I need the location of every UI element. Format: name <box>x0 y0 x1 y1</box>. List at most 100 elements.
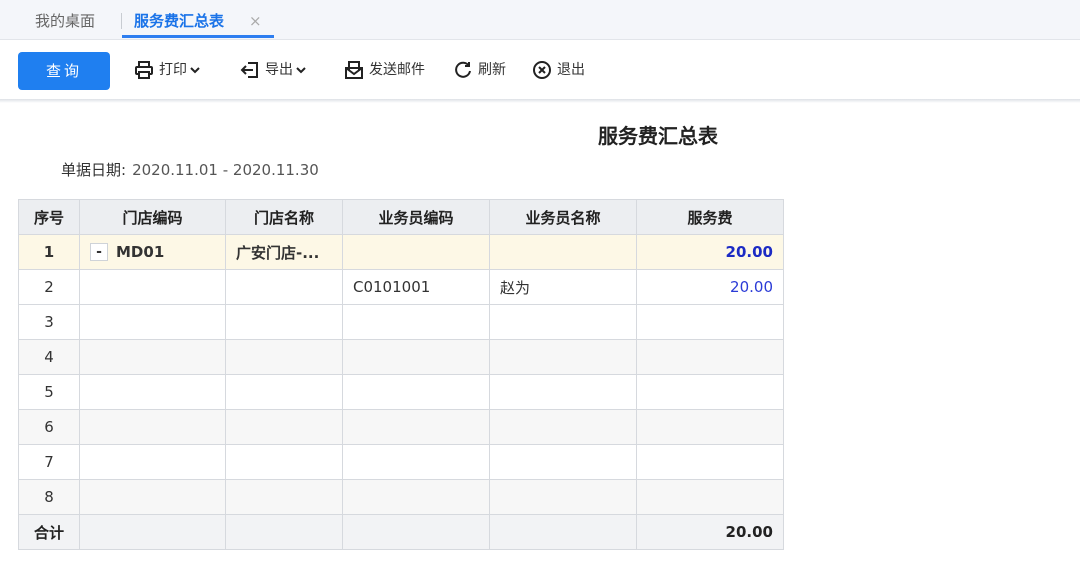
tab-my-desktop[interactable]: 我的桌面 <box>35 0 95 39</box>
tab-bar: 我的桌面 服务费汇总表 × <box>0 0 1080 40</box>
cell-staff-name <box>489 444 637 480</box>
chevron-down-icon <box>296 67 306 74</box>
cell-staff-code <box>342 234 490 270</box>
cell-store-code <box>79 269 226 305</box>
cell-store-name <box>225 269 343 305</box>
header-staff-code[interactable]: 业务员编码 <box>342 199 490 235</box>
cell-fee <box>636 339 784 375</box>
cell-staff-name <box>489 409 637 445</box>
table-row[interactable]: 1 - MD01 广安门店-... 20.00 <box>18 234 784 270</box>
refresh-button[interactable]: 刷新 <box>453 54 506 86</box>
exit-icon <box>533 61 551 79</box>
cell-store-name <box>225 409 343 445</box>
cell-seq: 4 <box>18 339 80 375</box>
export-button[interactable]: 导出 <box>240 54 306 86</box>
table-row[interactable]: 4 <box>18 339 784 375</box>
total-empty-cell <box>489 514 637 550</box>
cell-store-name: 广安门店-... <box>225 234 343 270</box>
cell-store-code <box>79 304 226 340</box>
date-range: 单据日期: 2020.11.01 - 2020.11.30 <box>61 159 319 180</box>
table-row[interactable]: 3 <box>18 304 784 340</box>
cell-staff-code <box>342 479 490 515</box>
date-label: 单据日期: <box>61 161 127 179</box>
refresh-icon <box>455 61 471 78</box>
total-empty-cell <box>342 514 490 550</box>
cell-staff-code <box>342 444 490 480</box>
header-staff-name[interactable]: 业务员名称 <box>489 199 637 235</box>
tab-service-fee-summary[interactable]: 服务费汇总表 <box>134 0 224 39</box>
summary-table: 序号 门店编码 门店名称 业务员编码 业务员名称 服务费 1 - MD01 广安门… <box>18 199 784 550</box>
cell-fee <box>636 409 784 445</box>
cell-staff-code <box>342 304 490 340</box>
total-empty-cell <box>225 514 343 550</box>
cell-store-name <box>225 374 343 410</box>
cell-store-code <box>79 479 226 515</box>
cell-staff-name: 赵为 <box>489 269 637 305</box>
cell-staff-code <box>342 374 490 410</box>
cell-store-name <box>225 304 343 340</box>
table-row[interactable]: 6 <box>18 409 784 445</box>
query-button[interactable]: 查询 <box>18 52 110 90</box>
header-seq[interactable]: 序号 <box>18 199 80 235</box>
cell-seq: 6 <box>18 409 80 445</box>
cell-staff-name <box>489 479 637 515</box>
cell-store-code <box>79 374 226 410</box>
table-total-row: 合计 20.00 <box>18 514 784 550</box>
cell-store-name <box>225 479 343 515</box>
cell-seq: 1 <box>18 234 80 270</box>
table-row[interactable]: 7 <box>18 444 784 480</box>
export-label: 导出 <box>265 62 293 78</box>
collapse-toggle[interactable]: - <box>90 243 108 262</box>
cell-seq: 5 <box>18 374 80 410</box>
cell-staff-name <box>489 374 637 410</box>
cell-seq: 8 <box>18 479 80 515</box>
print-button[interactable]: 打印 <box>134 54 200 86</box>
send-mail-button[interactable]: 发送邮件 <box>344 54 425 86</box>
toolbar: 查询 打印 导出 发送邮件 刷新 退出 <box>0 40 1080 100</box>
table-row[interactable]: 5 <box>18 374 784 410</box>
report-title: 服务费汇总表 <box>598 124 718 148</box>
table-row[interactable]: 2 C0101001 赵为 20.00 <box>18 269 784 305</box>
tab-divider <box>121 13 122 29</box>
cell-staff-code: C0101001 <box>342 269 490 305</box>
printer-icon <box>135 61 153 79</box>
cell-store-code: - MD01 <box>79 234 226 270</box>
export-icon <box>240 62 258 78</box>
cell-staff-code <box>342 409 490 445</box>
active-tab-indicator <box>122 35 274 38</box>
cell-fee <box>636 444 784 480</box>
cell-fee: 20.00 <box>636 269 784 305</box>
cell-staff-code <box>342 339 490 375</box>
total-empty-cell <box>79 514 226 550</box>
cell-store-name <box>225 444 343 480</box>
header-store-name[interactable]: 门店名称 <box>225 199 343 235</box>
exit-label: 退出 <box>557 62 585 78</box>
exit-button[interactable]: 退出 <box>532 54 585 86</box>
header-fee[interactable]: 服务费 <box>636 199 784 235</box>
cell-seq: 3 <box>18 304 80 340</box>
date-value: 2020.11.01 - 2020.11.30 <box>132 161 319 179</box>
mail-icon <box>345 61 363 79</box>
header-store-code[interactable]: 门店编码 <box>79 199 226 235</box>
cell-staff-name <box>489 339 637 375</box>
cell-fee <box>636 304 784 340</box>
cell-store-code <box>79 339 226 375</box>
chevron-down-icon <box>190 67 200 74</box>
cell-store-code <box>79 409 226 445</box>
print-label: 打印 <box>159 62 187 78</box>
table-row[interactable]: 8 <box>18 479 784 515</box>
toolbar-divider <box>0 99 1080 103</box>
cell-fee <box>636 479 784 515</box>
close-icon[interactable]: × <box>249 0 262 39</box>
total-label: 合计 <box>18 514 80 550</box>
cell-seq: 7 <box>18 444 80 480</box>
cell-fee: 20.00 <box>636 234 784 270</box>
cell-store-code <box>79 444 226 480</box>
total-fee: 20.00 <box>636 514 784 550</box>
table-header-row: 序号 门店编码 门店名称 业务员编码 业务员名称 服务费 <box>18 199 784 235</box>
cell-staff-name <box>489 234 637 270</box>
refresh-label: 刷新 <box>478 62 506 78</box>
cell-staff-name <box>489 304 637 340</box>
store-code-value: MD01 <box>116 242 165 261</box>
cell-store-name <box>225 339 343 375</box>
